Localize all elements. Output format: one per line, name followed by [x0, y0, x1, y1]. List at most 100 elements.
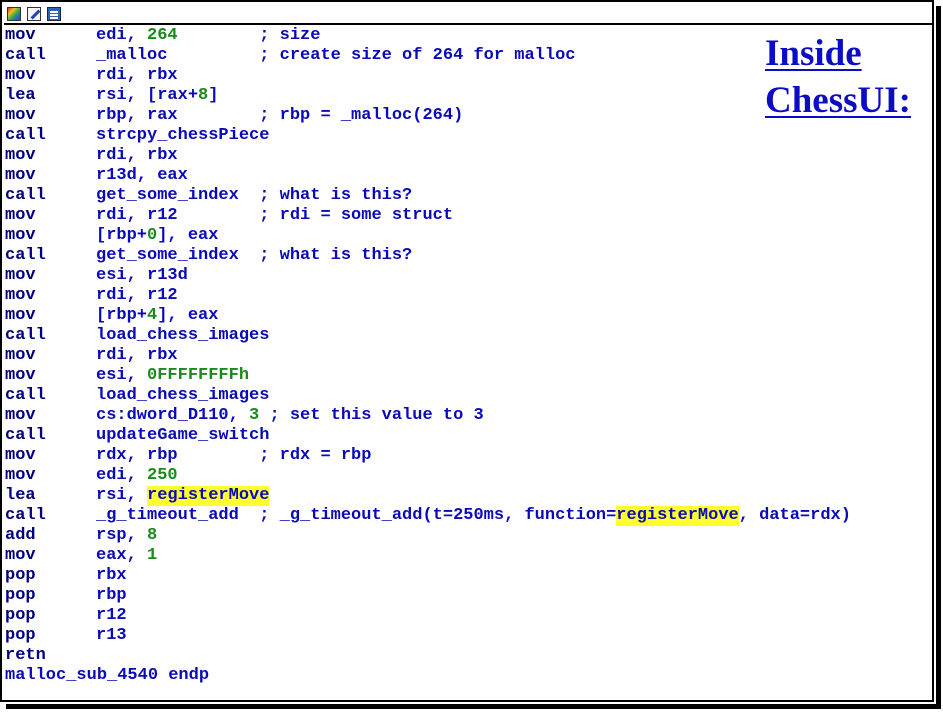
- comment: ; _g_timeout_add(t=250ms, function=: [259, 506, 617, 525]
- numeric-literal: 0FFFFFFFFh: [147, 366, 250, 385]
- slide-title: Inside ChessUI:: [765, 30, 930, 124]
- code-line[interactable]: call strcpy_chessPiece: [5, 126, 851, 146]
- window-shadow-bottom: [6, 704, 941, 709]
- comment: ; rdi = some struct: [259, 206, 454, 225]
- operand: strcpy_chessPiece: [96, 126, 270, 145]
- mnemonic: call: [5, 426, 46, 445]
- code-line[interactable]: mov esi, 0FFFFFFFFh: [5, 366, 851, 386]
- mnemonic: call: [5, 126, 46, 145]
- comment: ; rbp = _malloc(264): [259, 106, 464, 125]
- comment: ; what is this?: [259, 186, 413, 205]
- code-line[interactable]: mov rbp, rax ; rbp = _malloc(264): [5, 106, 851, 126]
- code-line[interactable]: lea rsi, [rax+8]: [5, 86, 851, 106]
- code-line[interactable]: mov edi, 264 ; size: [5, 26, 851, 46]
- mnemonic: call: [5, 46, 46, 65]
- operand: edi,: [96, 26, 148, 45]
- title-line-1: Inside: [765, 33, 862, 74]
- code-line[interactable]: call load_chess_images: [5, 386, 851, 406]
- mnemonic: call: [5, 506, 46, 525]
- code-line[interactable]: malloc_sub_4540 endp: [5, 666, 851, 686]
- code-line[interactable]: call updateGame_switch: [5, 426, 851, 446]
- code-line[interactable]: pop rbp: [5, 586, 851, 606]
- code-line[interactable]: pop r13: [5, 626, 851, 646]
- operand: get_some_index: [96, 246, 260, 265]
- operand: rdi, r12: [96, 286, 178, 305]
- code-line[interactable]: mov [rbp+4], eax: [5, 306, 851, 326]
- mnemonic: mov: [5, 286, 36, 305]
- numeric-literal: 1: [147, 546, 158, 565]
- code-line[interactable]: mov cs:dword_D110, 3 ; set this value to …: [5, 406, 851, 426]
- code-line[interactable]: mov eax, 1: [5, 546, 851, 566]
- edit-icon[interactable]: [27, 7, 41, 21]
- code-line[interactable]: call get_some_index ; what is this?: [5, 186, 851, 206]
- mnemonic: call: [5, 326, 46, 345]
- numeric-literal: 8: [147, 526, 158, 545]
- operand: load_chess_images: [96, 386, 270, 405]
- code-line[interactable]: mov rdi, rbx: [5, 146, 851, 166]
- code-line[interactable]: mov edi, 250: [5, 466, 851, 486]
- comment: ; size: [259, 26, 321, 45]
- mnemonic: call: [5, 386, 46, 405]
- code-line[interactable]: lea rsi, registerMove: [5, 486, 851, 506]
- operand: rbp, rax: [96, 106, 260, 125]
- code-line[interactable]: pop r12: [5, 606, 851, 626]
- text-view-icon[interactable]: [47, 7, 61, 21]
- operand: rbx: [96, 566, 127, 585]
- operand: ], eax: [157, 226, 219, 245]
- mnemonic: mov: [5, 26, 36, 45]
- code-line[interactable]: mov [rbp+0], eax: [5, 226, 851, 246]
- operand: get_some_index: [96, 186, 260, 205]
- operand: _g_timeout_add: [96, 506, 260, 525]
- code-line[interactable]: call _malloc ; create size of 264 for mal…: [5, 46, 851, 66]
- operand: updateGame_switch: [96, 426, 270, 445]
- code-line[interactable]: mov rdi, r12: [5, 286, 851, 306]
- code-line[interactable]: call _g_timeout_add ; _g_timeout_add(t=25…: [5, 506, 851, 526]
- operand: eax,: [96, 546, 148, 565]
- operand: load_chess_images: [96, 326, 270, 345]
- operand: rbp: [96, 586, 127, 605]
- code-line[interactable]: call load_chess_images: [5, 326, 851, 346]
- mnemonic: lea: [5, 86, 36, 105]
- operand: [rbp+: [96, 306, 148, 325]
- operand: rdi, rbx: [96, 66, 178, 85]
- code-line[interactable]: mov rdx, rbp ; rdx = rbp: [5, 446, 851, 466]
- code-line[interactable]: mov rdi, r12 ; rdi = some struct: [5, 206, 851, 226]
- mnemonic: pop: [5, 626, 36, 645]
- operand: rdi, rbx: [96, 346, 178, 365]
- operand: ]: [208, 86, 219, 105]
- code-line[interactable]: mov r13d, eax: [5, 166, 851, 186]
- code-line[interactable]: retn: [5, 646, 851, 666]
- toolbar-divider: [4, 23, 932, 25]
- numeric-literal: 3: [249, 406, 260, 425]
- mnemonic: mov: [5, 446, 36, 465]
- mnemonic: call: [5, 246, 46, 265]
- highlighted-symbol[interactable]: registerMove: [147, 486, 270, 506]
- operand: [178, 26, 260, 45]
- mnemonic: mov: [5, 226, 36, 245]
- mnemonic: lea: [5, 486, 36, 505]
- code-line[interactable]: add rsp, 8: [5, 526, 851, 546]
- mnemonic: mov: [5, 106, 36, 125]
- comment: ; what is this?: [259, 246, 413, 265]
- operand: esi,: [96, 366, 148, 385]
- operand: _malloc: [96, 46, 260, 65]
- operand: rsi,: [96, 486, 148, 505]
- operand: esi, r13d: [96, 266, 188, 285]
- code-line[interactable]: mov rdi, rbx: [5, 66, 851, 86]
- mnemonic: mov: [5, 146, 36, 165]
- mnemonic: mov: [5, 66, 36, 85]
- graph-view-icon[interactable]: [7, 7, 21, 21]
- code-line[interactable]: call get_some_index ; what is this?: [5, 246, 851, 266]
- code-line[interactable]: mov rdi, rbx: [5, 346, 851, 366]
- operand: cs:dword_D110,: [96, 406, 250, 425]
- mnemonic: mov: [5, 546, 36, 565]
- code-line[interactable]: pop rbx: [5, 566, 851, 586]
- highlighted-symbol[interactable]: registerMove: [616, 506, 739, 526]
- operand: edi,: [96, 466, 148, 485]
- numeric-literal: 264: [147, 26, 178, 45]
- mnemonic: retn: [5, 646, 46, 665]
- window-shadow-right: [936, 6, 941, 708]
- operand: rsi, [rax+: [96, 86, 199, 105]
- assembly-listing[interactable]: mov edi, 264 ; size call _malloc ; create s…: [5, 26, 851, 686]
- code-line[interactable]: mov esi, r13d: [5, 266, 851, 286]
